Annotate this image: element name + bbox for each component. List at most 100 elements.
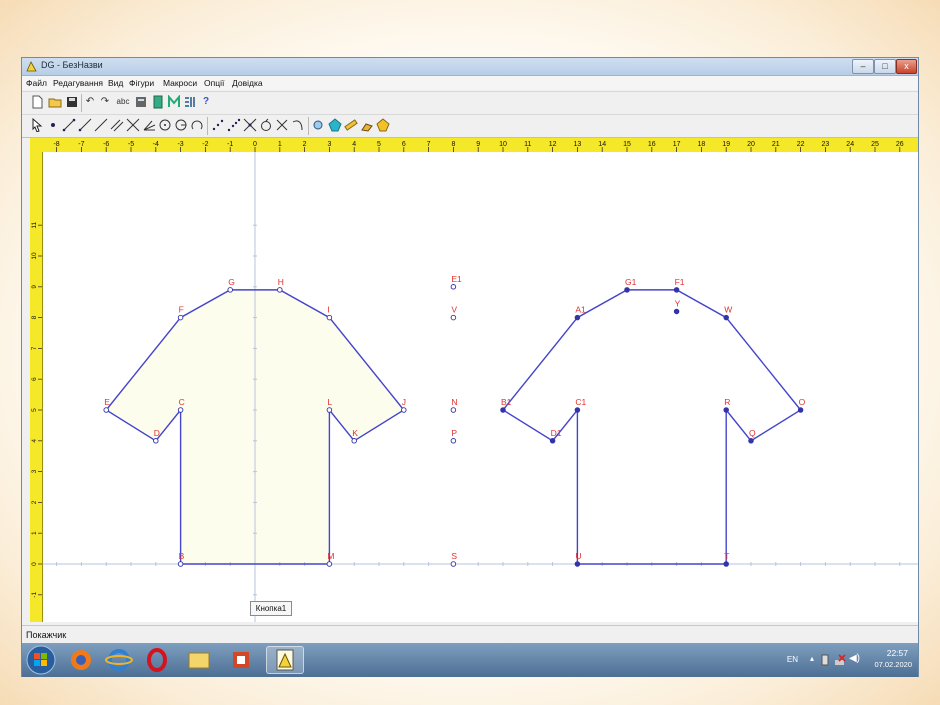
point-label-m: M [327, 551, 334, 561]
arc-tool-icon[interactable] [190, 118, 204, 132]
point-label-i: I [327, 305, 329, 315]
network-error-icon[interactable] [834, 654, 846, 666]
point-q [748, 438, 754, 444]
line-tool-icon[interactable] [94, 118, 108, 132]
menu-edit[interactable]: Редагування [53, 78, 103, 88]
opera-taskbar-icon[interactable] [140, 646, 174, 674]
language-indicator[interactable]: EN [787, 655, 798, 664]
ruler-top-label: -3 [177, 141, 183, 148]
firefox-taskbar-icon[interactable] [64, 646, 98, 674]
new-file-icon[interactable] [30, 95, 44, 109]
point-p [450, 438, 457, 444]
pentagon-icon[interactable] [376, 118, 390, 132]
ray-tool-icon[interactable] [78, 118, 92, 132]
point-f [177, 314, 184, 321]
ruler-top-label: 26 [896, 141, 904, 148]
point-g1 [624, 287, 630, 293]
menu-file[interactable]: Файл [26, 78, 47, 88]
point-y [673, 308, 680, 315]
drawing-canvas[interactable]: G H I J K L M B C D E F G1 F1 W O Q R T U C1 D1 B1 A1 Y E1 V N P S Кн… [43, 152, 918, 622]
segment-tool-icon[interactable] [62, 118, 76, 132]
list-icon[interactable] [183, 95, 197, 109]
ruler-top-label: 4 [352, 141, 356, 148]
ruler-top-label: -5 [128, 141, 134, 148]
redo-icon[interactable]: ↷ [98, 95, 112, 109]
point-m [326, 561, 333, 567]
text-tool-icon[interactable]: abc [114, 95, 132, 109]
perpendicular-icon[interactable] [126, 118, 140, 132]
intersection-icon[interactable] [243, 118, 257, 132]
menu-macros[interactable]: Макроси [163, 78, 197, 88]
point-label-s: S [451, 551, 457, 561]
usb-icon[interactable] [820, 654, 830, 666]
point-s [450, 561, 457, 567]
file-explorer-taskbar-icon[interactable] [182, 646, 216, 674]
pointer-icon[interactable] [30, 118, 44, 132]
powerpoint-taskbar-icon[interactable] [224, 646, 258, 674]
table-icon[interactable] [151, 95, 165, 109]
ruler-top-label: 5 [377, 141, 381, 148]
close-button[interactable]: x [896, 59, 917, 74]
point-tool-icon[interactable] [46, 118, 60, 132]
ruler-left-label: 11 [31, 221, 38, 228]
point-j [401, 407, 407, 413]
parallel-line-icon[interactable] [110, 118, 124, 132]
menu-figures[interactable]: Фігури [129, 78, 154, 88]
trace-icon[interactable] [291, 118, 305, 132]
ruler-top-label: 15 [623, 141, 631, 148]
reflect-icon[interactable] [275, 118, 289, 132]
point-label-o: O [799, 397, 806, 407]
ruler-top-label: 12 [549, 141, 557, 148]
ruler-top-label: 3 [327, 141, 331, 148]
menu-view[interactable]: Вид [108, 78, 123, 88]
circle-radius-icon[interactable] [174, 118, 188, 132]
clock-time[interactable]: 22:57 [887, 648, 908, 658]
ruler-top-label: 0 [253, 141, 257, 148]
ruler-top-label: 13 [574, 141, 582, 148]
point-label-g: G [228, 277, 235, 287]
volume-icon[interactable]: ◀) [849, 653, 860, 664]
rotate-icon[interactable] [259, 118, 273, 132]
ruler-left-label: 8 [31, 315, 38, 319]
tray-arrow-icon[interactable]: ▴ [810, 654, 814, 663]
circle-tool-icon[interactable] [158, 118, 172, 132]
start-button-icon[interactable] [26, 645, 56, 675]
geometry-plot[interactable]: G H I J K L M B C D E F G1 F1 W O Q R T U C1 D1 B1 A1 Y E1 V N P S [43, 152, 918, 622]
angle-bisector-icon[interactable] [142, 118, 156, 132]
paint-icon[interactable] [360, 118, 374, 132]
undo-icon[interactable]: ↶ [83, 95, 97, 109]
point-u [574, 561, 581, 567]
clock-date[interactable]: 07.02.2020 [874, 660, 912, 669]
point-label-b1: B1 [501, 397, 512, 407]
divide-segment-icon[interactable] [227, 118, 241, 132]
point-d [153, 438, 159, 444]
ruler-top-label: 8 [451, 141, 455, 148]
main-toolbar: ↶ ↷ abc ? [22, 91, 918, 114]
point-c1 [574, 407, 581, 413]
point-label-g1: G1 [625, 277, 637, 287]
maximize-button[interactable]: □ [874, 59, 896, 74]
title-bar[interactable]: DG - БезНазви – □ x [22, 58, 918, 76]
knopka-button[interactable]: Кнопка1 [250, 601, 292, 616]
point-a1 [574, 314, 581, 321]
help-icon[interactable]: ? [199, 95, 213, 109]
ruler-top-label: -7 [78, 141, 84, 148]
point-n [450, 407, 457, 413]
measure-icon[interactable] [312, 118, 326, 132]
polygon-fill-icon[interactable] [328, 118, 342, 132]
ruler-tool-icon[interactable] [344, 118, 358, 132]
menu-options[interactable]: Опції [204, 78, 224, 88]
point-label-r: R [724, 397, 730, 407]
point-label-q: Q [749, 428, 756, 438]
open-folder-icon[interactable] [48, 95, 62, 109]
menu-help[interactable]: Довідка [232, 78, 263, 88]
internet-explorer-taskbar-icon[interactable] [102, 646, 136, 674]
midpoint-icon[interactable] [211, 118, 225, 132]
point-label-e1: E1 [451, 274, 462, 284]
macro-icon[interactable] [167, 95, 181, 109]
minimize-button[interactable]: – [852, 59, 874, 74]
dg-app-taskbar-icon[interactable] [266, 646, 304, 674]
ruler-top-label: 23 [822, 141, 830, 148]
save-icon[interactable] [65, 95, 79, 109]
calculator-icon[interactable] [134, 95, 148, 109]
